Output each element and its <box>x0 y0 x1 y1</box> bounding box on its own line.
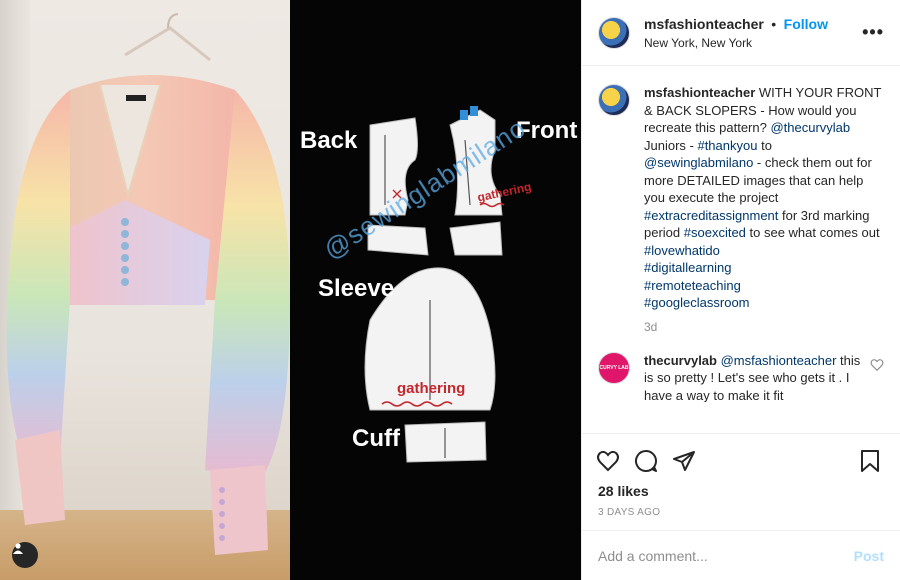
caption-age[interactable]: 3d <box>644 320 884 334</box>
hashtag-link[interactable]: #soexcited <box>684 225 746 240</box>
pattern-image: Back Front Sleeve Cuff gathering gatheri… <box>290 0 581 580</box>
save-button[interactable] <box>856 447 884 475</box>
hashtag-link[interactable]: #lovewhatido <box>644 243 720 258</box>
commenter-username[interactable]: thecurvylab <box>644 353 717 368</box>
person-icon <box>13 543 23 554</box>
mention-link[interactable]: @msfashionteacher <box>721 353 837 368</box>
commenter-avatar[interactable]: CURVY LAB <box>598 351 630 384</box>
tagged-user-button[interactable] <box>12 542 38 568</box>
follow-button[interactable]: Follow <box>784 16 828 32</box>
blouse-photo <box>0 0 290 580</box>
sleeve-label: Sleeve <box>318 275 395 302</box>
caption-text: msfashionteacher WITH YOUR FRONT & BACK … <box>644 84 884 312</box>
comment-icon <box>635 449 657 472</box>
avatar[interactable] <box>598 16 630 49</box>
mention-link[interactable]: @thecurvylab <box>770 120 850 135</box>
like-button[interactable] <box>594 447 622 475</box>
hashtag-link[interactable]: #googleclassroom <box>644 295 750 310</box>
header-meta: msfashionteacher • Follow New York, New … <box>644 16 862 50</box>
likes-count[interactable]: 28 likes <box>582 477 900 499</box>
hashtag-link[interactable]: #remoteteaching <box>644 278 741 293</box>
separator: • <box>771 15 777 32</box>
caption-text-part: to see what comes out <box>745 225 880 240</box>
post-button[interactable]: Post <box>854 548 884 564</box>
comment-button[interactable] <box>632 447 660 475</box>
comment-item: CURVY LAB thecurvylab @msfashionteacher … <box>598 351 884 402</box>
cuff-label: Cuff <box>352 425 400 452</box>
share-button[interactable] <box>670 447 698 475</box>
blouse-illustration <box>6 13 290 555</box>
caption-username[interactable]: msfashionteacher <box>644 85 755 100</box>
caption: msfashionteacher WITH YOUR FRONT & BACK … <box>598 84 884 312</box>
comment-text: thecurvylab @msfashionteacher this is so… <box>644 352 862 402</box>
header-username[interactable]: msfashionteacher <box>644 16 764 32</box>
mention-link[interactable]: @sewinglabmilano <box>644 155 753 170</box>
bookmark-icon <box>861 449 879 472</box>
send-icon <box>673 450 695 471</box>
hashtag-link[interactable]: #digitallearning <box>644 260 731 275</box>
more-options-icon[interactable]: ••• <box>862 22 884 43</box>
post-date[interactable]: 3 DAYS AGO <box>582 499 900 530</box>
front-band <box>449 221 503 256</box>
caption-avatar[interactable] <box>598 84 630 116</box>
caption-text-part: Juniors - <box>644 137 698 153</box>
comment-input[interactable] <box>598 547 854 564</box>
action-bar <box>582 433 900 477</box>
post-sidebar: msfashionteacher • Follow New York, New … <box>581 0 900 580</box>
comment-like-icon[interactable] <box>870 358 884 372</box>
hashtag-link[interactable]: #extracreditassignment <box>644 208 778 223</box>
add-comment-bar: Post <box>582 530 900 580</box>
location-link[interactable]: New York, New York <box>644 36 862 50</box>
hashtag-link[interactable]: #thankyou <box>697 138 757 153</box>
back-label: Back <box>300 127 358 154</box>
comments-area[interactable]: msfashionteacher WITH YOUR FRONT & BACK … <box>582 66 900 433</box>
heart-icon <box>597 450 619 471</box>
instagram-post: Back Front Sleeve Cuff gathering gatheri… <box>0 0 900 580</box>
gathering-sleeve-label: gathering <box>397 380 466 397</box>
caption-text-part: to <box>757 137 772 153</box>
post-header: msfashionteacher • Follow New York, New … <box>582 0 900 66</box>
